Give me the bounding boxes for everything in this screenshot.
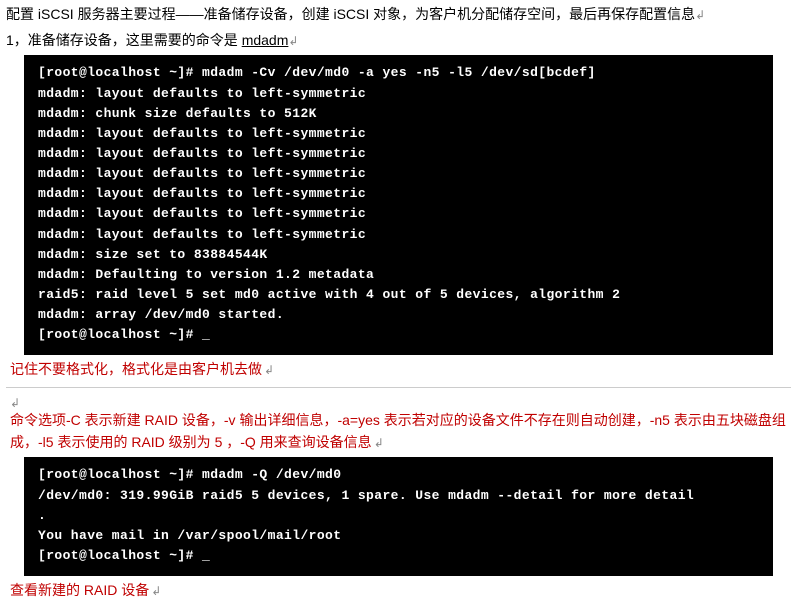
annotation-1: 记住不要格式化，格式化是由客户机去做↲ — [10, 359, 791, 381]
intro-text-2: 1，准备储存设备，这里需要的命令是 — [6, 32, 242, 48]
annotation-3-text: 查看新建的 RAID 设备 — [10, 582, 149, 598]
intro-text-1: 配置 iSCSI 服务器主要过程——准备储存设备，创建 iSCSI 对象，为客户… — [6, 6, 695, 22]
para-marker: ↲ — [374, 436, 384, 450]
para-marker: ↲ — [151, 584, 161, 598]
mdadm-cmd: mdadm — [242, 32, 289, 48]
terminal-output-1: [root@localhost ~]# mdadm -Cv /dev/md0 -… — [24, 55, 773, 355]
blank-para-marker: ↲ — [10, 394, 791, 408]
para-marker: ↲ — [288, 34, 298, 48]
para-marker: ↲ — [264, 363, 274, 377]
intro-paragraph-1: 配置 iSCSI 服务器主要过程——准备储存设备，创建 iSCSI 对象，为客户… — [6, 4, 791, 26]
para-marker: ↲ — [695, 8, 705, 22]
annotation-1-text: 记住不要格式化，格式化是由客户机去做 — [10, 361, 262, 377]
terminal-output-2: [root@localhost ~]# mdadm -Q /dev/md0 /d… — [24, 457, 773, 576]
separator-line — [6, 387, 791, 388]
annotation-2: 命令选项-C 表示新建 RAID 设备，-v 输出详细信息，-a=yes 表示若… — [10, 410, 791, 453]
annotation-3: 查看新建的 RAID 设备↲ — [10, 580, 791, 602]
annotation-2-text: 命令选项-C 表示新建 RAID 设备，-v 输出详细信息，-a=yes 表示若… — [10, 412, 786, 450]
intro-paragraph-2: 1，准备储存设备，这里需要的命令是 mdadm↲ — [6, 30, 791, 52]
